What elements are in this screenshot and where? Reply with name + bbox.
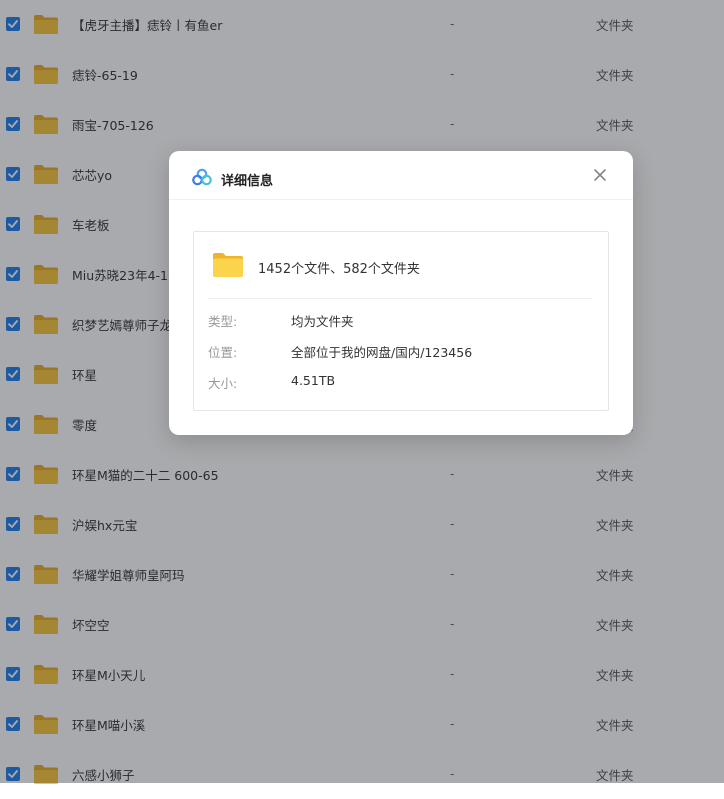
baidu-netdisk-logo-icon bbox=[192, 168, 212, 186]
location-label: 位置: bbox=[208, 345, 238, 360]
divider bbox=[208, 298, 592, 299]
info-panel: 1452个文件、582个文件夹 类型: 均为文件夹 位置: 全部位于我的网盘/国… bbox=[193, 231, 609, 411]
details-dialog: 详细信息 1452个文件、582个文件夹 类型: 均为文件夹 位置: 全部位于我… bbox=[169, 151, 633, 435]
type-label: 类型: bbox=[208, 314, 238, 329]
size-label: 大小: bbox=[208, 376, 238, 391]
close-icon[interactable] bbox=[593, 168, 607, 182]
dialog-header: 详细信息 bbox=[169, 151, 633, 200]
selection-summary: 1452个文件、582个文件夹 bbox=[258, 262, 420, 277]
type-value: 均为文件夹 bbox=[291, 314, 354, 329]
folder-icon bbox=[213, 253, 243, 277]
location-value: 全部位于我的网盘/国内/123456 bbox=[291, 345, 473, 360]
size-value: 4.51TB bbox=[291, 373, 336, 388]
dialog-title: 详细信息 bbox=[221, 174, 274, 189]
